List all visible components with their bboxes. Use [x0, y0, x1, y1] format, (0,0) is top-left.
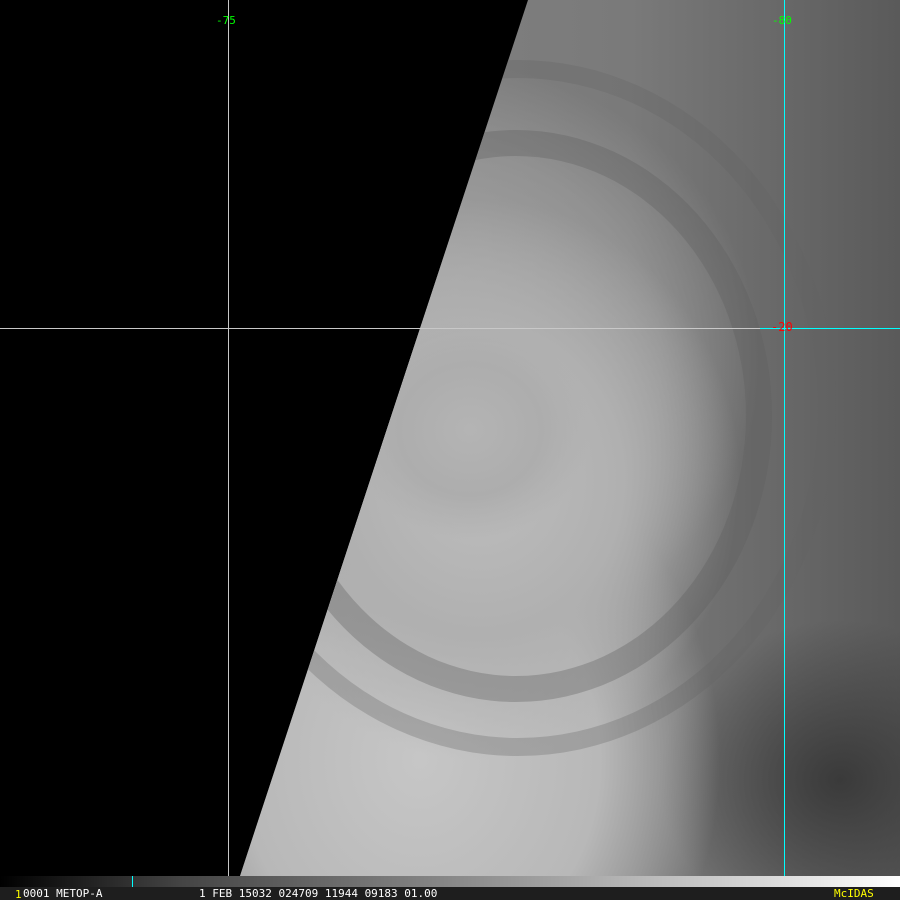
satellite-image-viewer: -75 -80 -20 1 0001 METOP-A 1 FEB 15032 0… [0, 0, 900, 900]
mcidas-logo: McIDAS [834, 887, 874, 900]
longitude-label: -75 [216, 14, 236, 27]
longitude-label: -80 [772, 14, 792, 27]
satellite-swath-imagery [240, 0, 900, 876]
image-info-footer: 1 0001 METOP-A 1 FEB 15032 024709 11944 … [0, 887, 900, 900]
latitude-line-20 [0, 328, 900, 329]
latitude-label: -20 [771, 320, 793, 334]
grayscale-colorbar [0, 876, 900, 887]
longitude-line-75 [228, 0, 229, 887]
image-datetime: 1 FEB 15032 024709 11944 09183 01.00 [199, 887, 438, 900]
longitude-line-80 [784, 0, 785, 887]
colorbar-marker [132, 876, 133, 887]
cloud-band [240, 60, 836, 756]
satellite-name: 0001 METOP-A [23, 887, 103, 900]
frame-index: 1 [15, 888, 22, 900]
